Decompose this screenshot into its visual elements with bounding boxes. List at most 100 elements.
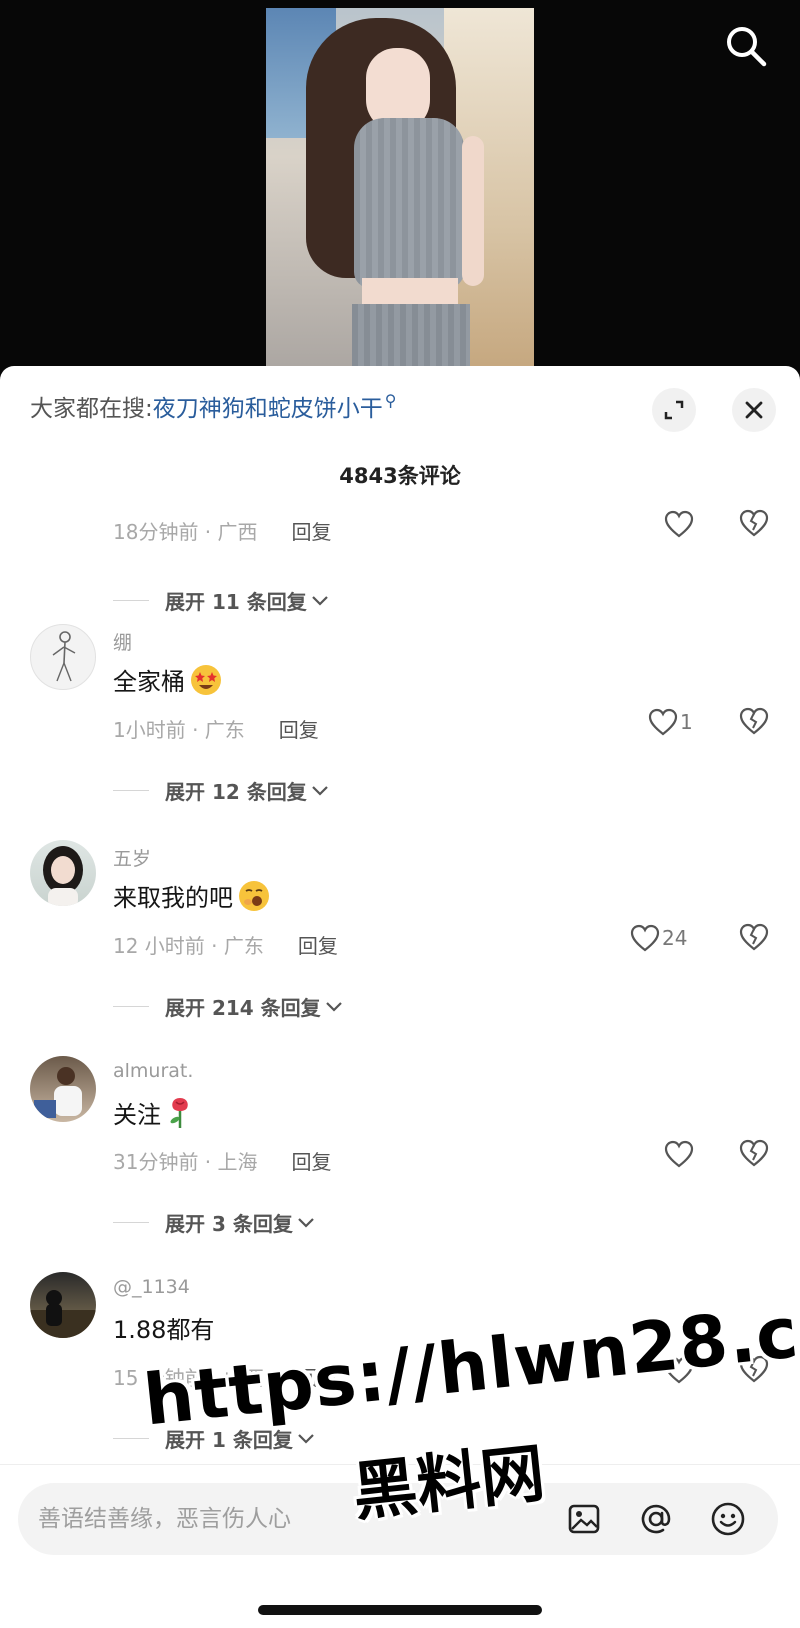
- dislike-button[interactable]: [738, 508, 770, 540]
- smiley-icon: [711, 1502, 745, 1536]
- mention-button[interactable]: [636, 1499, 676, 1539]
- close-icon: [745, 401, 763, 419]
- comment-body: 全家桶: [113, 668, 185, 696]
- broken-heart-icon: [739, 509, 769, 537]
- video-area[interactable]: [0, 0, 800, 380]
- comment-username[interactable]: 绷: [113, 628, 132, 655]
- divider: [113, 790, 149, 791]
- emoji-button[interactable]: [708, 1499, 748, 1539]
- reply-button[interactable]: 回复: [279, 714, 319, 743]
- video-thumbnail[interactable]: [266, 8, 534, 380]
- dislike-button[interactable]: [738, 1354, 770, 1386]
- comment-meta: 31分钟前 · 上海 回复: [113, 1146, 332, 1175]
- chevron-down-icon: [298, 1217, 314, 1228]
- chevron-down-icon: [298, 1433, 314, 1444]
- avatar[interactable]: [30, 1056, 96, 1122]
- comments-sheet: 大家都在搜: 夜刀神狗和蛇皮饼小干 ⚲ 4843条评论 18分钟前 · 广西 回…: [0, 366, 800, 1628]
- expand-replies-label: 展开 3 条回复: [165, 1212, 293, 1236]
- comment-time-location: 15 分钟前 · 山西: [113, 1366, 264, 1390]
- reply-button[interactable]: 回复: [298, 930, 338, 959]
- comment-username[interactable]: 五岁: [113, 844, 151, 871]
- expand-sheet-button[interactable]: [652, 388, 696, 432]
- reply-button[interactable]: 回复: [292, 1146, 332, 1175]
- comment-time-location: 12 小时前 · 广东: [113, 934, 264, 958]
- comment-text: 全家桶: [113, 662, 223, 697]
- profile-photo-icon: [34, 1067, 82, 1118]
- search-button[interactable]: [724, 24, 768, 68]
- dislike-button[interactable]: [738, 922, 770, 954]
- comment-item: @_1134 1.88都有 15 分钟前 · 山西 回复 展开 1 条回复: [0, 1272, 800, 1452]
- comment-input-container[interactable]: [18, 1483, 778, 1555]
- comment-text: 来取我的吧: [113, 878, 271, 913]
- expand-replies-label: 展开 214 条回复: [165, 996, 321, 1020]
- like-button[interactable]: [664, 1356, 696, 1384]
- divider: [113, 1222, 149, 1223]
- broken-heart-icon: [739, 923, 769, 951]
- comment-time-location: 1小时前 · 广东: [113, 718, 245, 742]
- divider: [113, 1006, 149, 1007]
- like-button[interactable]: [664, 510, 694, 538]
- dislike-button[interactable]: [738, 706, 770, 738]
- avatar[interactable]: [30, 624, 96, 690]
- expand-replies-label: 展开 11 条回复: [165, 590, 307, 614]
- expand-replies-button[interactable]: 展开 3 条回复: [113, 1208, 315, 1237]
- comment-text: 1.88都有: [113, 1310, 214, 1345]
- comment-body: 1.88都有: [113, 1316, 215, 1344]
- avatar[interactable]: [30, 1272, 96, 1338]
- hot-search-term[interactable]: 夜刀神狗和蛇皮饼小干: [153, 389, 383, 423]
- skeleton-avatar-icon: [52, 631, 76, 682]
- rose-emoji-icon: [170, 1098, 188, 1128]
- yawning-emoji-icon: [239, 880, 269, 911]
- comment-time-location: 18分钟前 · 广西: [113, 520, 258, 544]
- like-button[interactable]: 1: [648, 708, 693, 736]
- expand-icon: [664, 400, 684, 420]
- comment-item: 绷 全家桶 1小时前 · 广东 回复 1 展开 12 条回复: [0, 624, 800, 804]
- image-button[interactable]: [564, 1499, 604, 1539]
- hot-search-bar: 大家都在搜: 夜刀神狗和蛇皮饼小干 ⚲: [30, 386, 396, 426]
- dislike-button[interactable]: [738, 1138, 770, 1170]
- chevron-down-icon: [325, 1001, 342, 1012]
- chevron-down-icon: [311, 595, 328, 606]
- comment-text: 关注: [113, 1094, 195, 1130]
- profile-photo-icon: [30, 1290, 96, 1338]
- reply-button[interactable]: 回复: [298, 1362, 338, 1391]
- comment-item: almurat. 关注 31分钟前 · 上海 回复 展开 3 条回复: [0, 1056, 800, 1236]
- hot-search-magnifier-icon: ⚲: [384, 390, 397, 410]
- comment-meta: 18分钟前 · 广西 回复: [113, 516, 332, 545]
- profile-photo-icon: [43, 846, 83, 906]
- comment-body: 来取我的吧: [113, 884, 233, 912]
- broken-heart-icon: [739, 1355, 769, 1383]
- like-count: 24: [662, 926, 688, 950]
- comment-item: 五岁 来取我的吧 12 小时前 · 广东 回复 24 展开 214 条回复: [0, 840, 800, 1020]
- like-button[interactable]: [664, 1140, 696, 1168]
- expand-replies-button[interactable]: 展开 11 条回复: [113, 586, 329, 615]
- expand-replies-button[interactable]: 展开 1 条回复: [113, 1424, 315, 1453]
- expand-replies-button[interactable]: 展开 214 条回复: [113, 992, 343, 1021]
- at-icon: [641, 1504, 671, 1534]
- star-struck-emoji-icon: [191, 664, 221, 695]
- like-count: 1: [680, 710, 693, 734]
- heart-icon: [664, 510, 694, 538]
- comment-body: 关注: [113, 1100, 161, 1129]
- comment-username[interactable]: almurat.: [113, 1060, 193, 1082]
- avatar[interactable]: [30, 840, 96, 906]
- reply-button[interactable]: 回复: [292, 516, 332, 545]
- close-sheet-button[interactable]: [732, 388, 776, 432]
- broken-heart-icon: [739, 1139, 769, 1167]
- divider: [113, 1438, 149, 1439]
- broken-heart-icon: [739, 707, 769, 735]
- comment-meta: 12 小时前 · 广东 回复: [113, 930, 338, 959]
- hot-search-prefix: 大家都在搜:: [30, 396, 153, 422]
- comment-username[interactable]: @_1134: [113, 1276, 190, 1298]
- comment-meta: 15 分钟前 · 山西 回复: [113, 1362, 338, 1391]
- like-button[interactable]: 24: [630, 924, 687, 952]
- heart-icon: [664, 1356, 694, 1384]
- divider: [113, 600, 149, 601]
- comment-input[interactable]: [38, 1499, 538, 1539]
- expand-replies-button[interactable]: 展开 12 条回复: [113, 776, 329, 805]
- comment-time-location: 31分钟前 · 上海: [113, 1150, 258, 1174]
- image-icon: [568, 1504, 600, 1534]
- home-indicator: [258, 1605, 542, 1615]
- chevron-down-icon: [311, 785, 328, 796]
- comment-input-bar: [0, 1464, 800, 1628]
